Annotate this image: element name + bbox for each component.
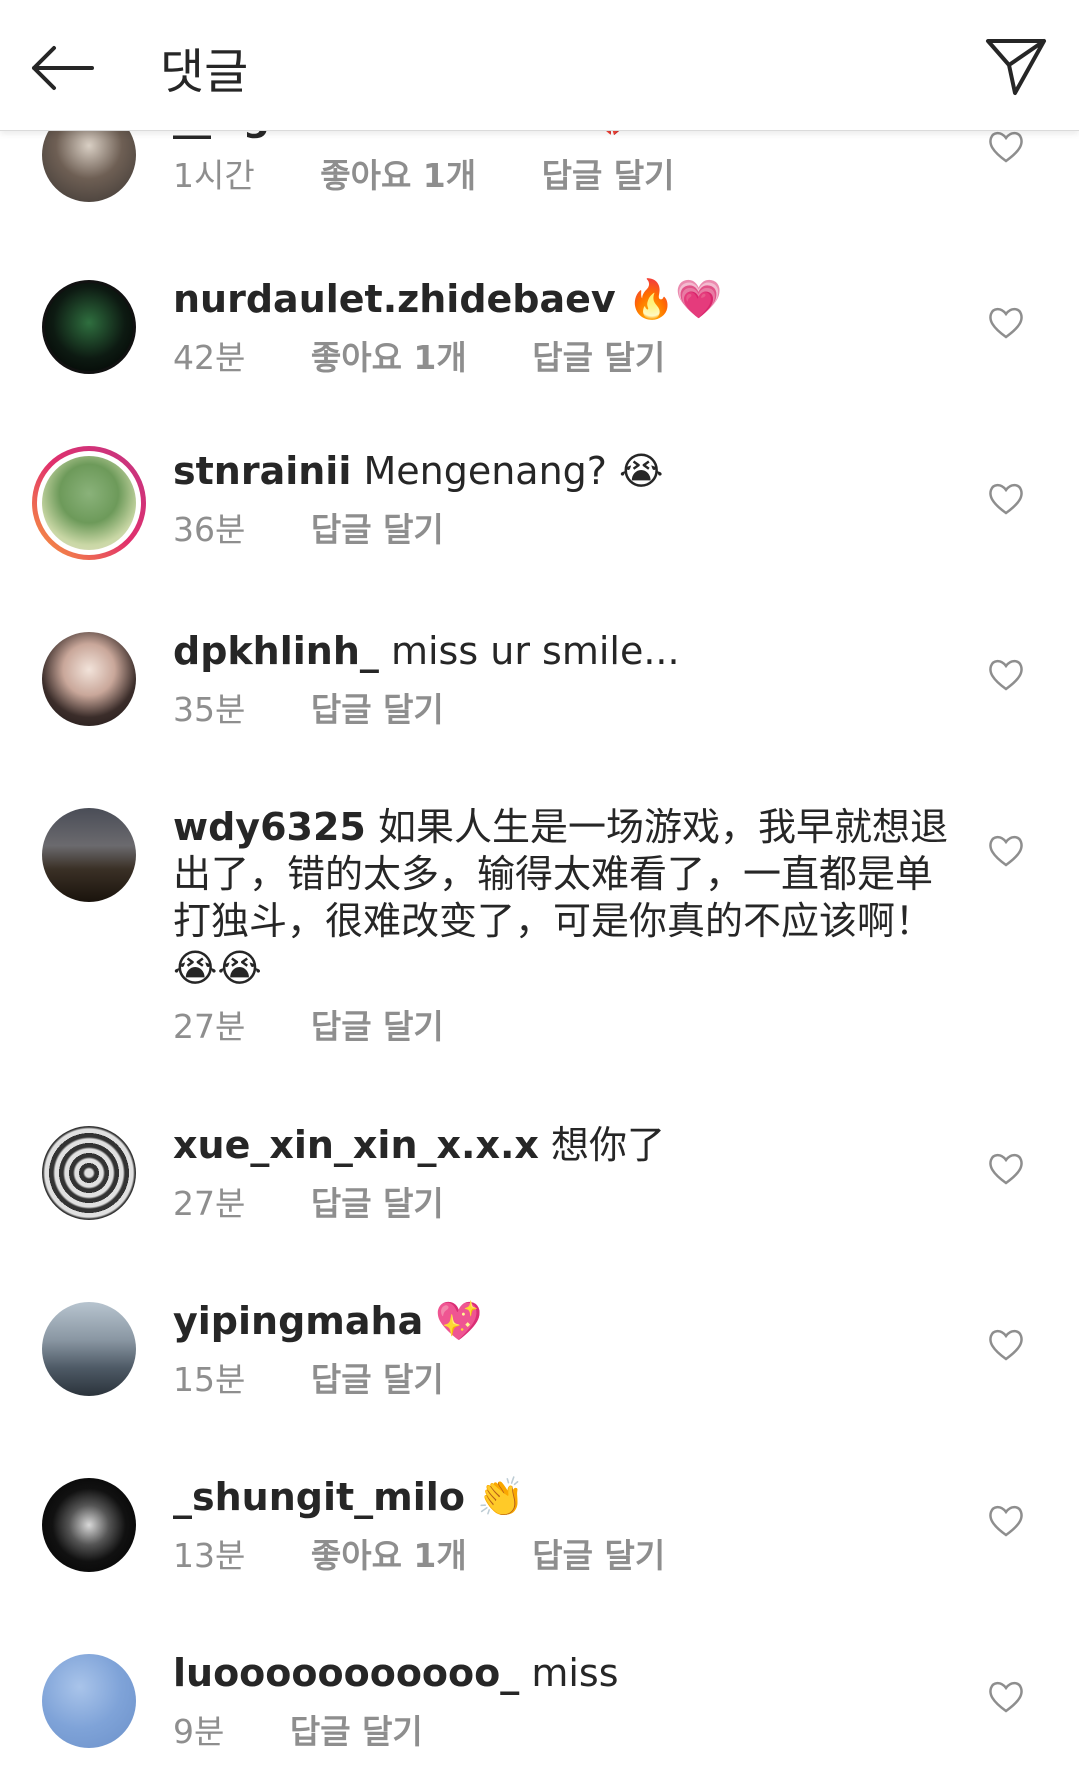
comment-time: 27분	[173, 1007, 246, 1046]
avatar[interactable]	[42, 632, 136, 726]
comment-username[interactable]: dpkhlinh_	[173, 629, 379, 673]
reply-button[interactable]: 답글 달기	[311, 1360, 444, 1399]
reply-button[interactable]: 답글 달기	[290, 1712, 423, 1751]
avatar[interactable]	[42, 1302, 136, 1396]
heart-outline-icon[interactable]	[988, 1328, 1024, 1362]
heart-outline-icon[interactable]	[988, 1680, 1024, 1714]
heart-outline-icon[interactable]	[988, 658, 1024, 692]
comment-username[interactable]: _shungit_milo	[173, 1475, 465, 1519]
comment-time: 15분	[173, 1360, 246, 1399]
avatar[interactable]	[42, 280, 136, 374]
reply-button[interactable]: 답글 달기	[311, 1184, 444, 1223]
reply-button[interactable]: 답글 달기	[532, 338, 665, 377]
comment-text: Mengenang? 😭	[363, 449, 664, 493]
comment-username[interactable]: luooooooooooo_	[173, 1651, 519, 1695]
comment-username[interactable]: yipingmaha	[173, 1299, 423, 1343]
comment-text: 💖	[435, 1299, 483, 1343]
comment-username[interactable]: wdy6325	[173, 805, 366, 849]
comment-time: 13분	[173, 1536, 246, 1575]
avatar[interactable]	[42, 1478, 136, 1572]
send-icon[interactable]	[985, 36, 1047, 98]
comment-text: 🔥💗	[627, 277, 723, 321]
comment-username[interactable]: xue_xin_xin_x.x.x	[173, 1123, 539, 1167]
reply-button[interactable]: 답글 달기	[311, 690, 444, 729]
comment-text: 想你了	[551, 1123, 666, 1167]
comment-username[interactable]: stnrainii	[173, 449, 351, 493]
avatar-story-ring[interactable]	[32, 446, 146, 560]
reply-button[interactable]: 답글 달기	[311, 1007, 444, 1046]
avatar[interactable]	[42, 808, 136, 902]
comment-text: 👏	[477, 1475, 525, 1519]
comment-likes[interactable]: 좋아요 1개	[320, 156, 476, 195]
back-arrow-icon[interactable]	[28, 40, 98, 96]
comment-likes[interactable]: 좋아요 1개	[311, 1536, 467, 1575]
comment-list: __rig20 Rest in Peace💔 1시간 좋아요 1개 답글 달기 …	[0, 0, 1079, 1779]
comment-text: miss ur smile...	[390, 629, 680, 673]
heart-outline-icon[interactable]	[988, 834, 1024, 868]
page-title: 댓글	[160, 44, 249, 100]
reply-button[interactable]: 답글 달기	[532, 1536, 665, 1575]
comment-time: 9분	[173, 1712, 225, 1751]
comment-time: 35분	[173, 690, 246, 729]
comment-likes[interactable]: 좋아요 1개	[311, 338, 467, 377]
comment-time: 1시간	[173, 156, 255, 195]
heart-outline-icon[interactable]	[988, 482, 1024, 516]
comment-time: 27분	[173, 1184, 246, 1223]
top-bar: 댓글	[0, 0, 1079, 131]
comment-time: 42분	[173, 338, 246, 377]
heart-outline-icon[interactable]	[988, 306, 1024, 340]
heart-outline-icon[interactable]	[988, 130, 1024, 164]
reply-button[interactable]: 답글 달기	[311, 510, 444, 549]
comment-time: 36분	[173, 510, 246, 549]
avatar[interactable]	[42, 1654, 136, 1748]
avatar[interactable]	[42, 1126, 136, 1220]
heart-outline-icon[interactable]	[988, 1152, 1024, 1186]
comment-username[interactable]: nurdaulet.zhidebaev	[173, 277, 616, 321]
reply-button[interactable]: 답글 달기	[542, 156, 675, 195]
heart-outline-icon[interactable]	[988, 1504, 1024, 1538]
comment-text: miss	[531, 1651, 619, 1695]
